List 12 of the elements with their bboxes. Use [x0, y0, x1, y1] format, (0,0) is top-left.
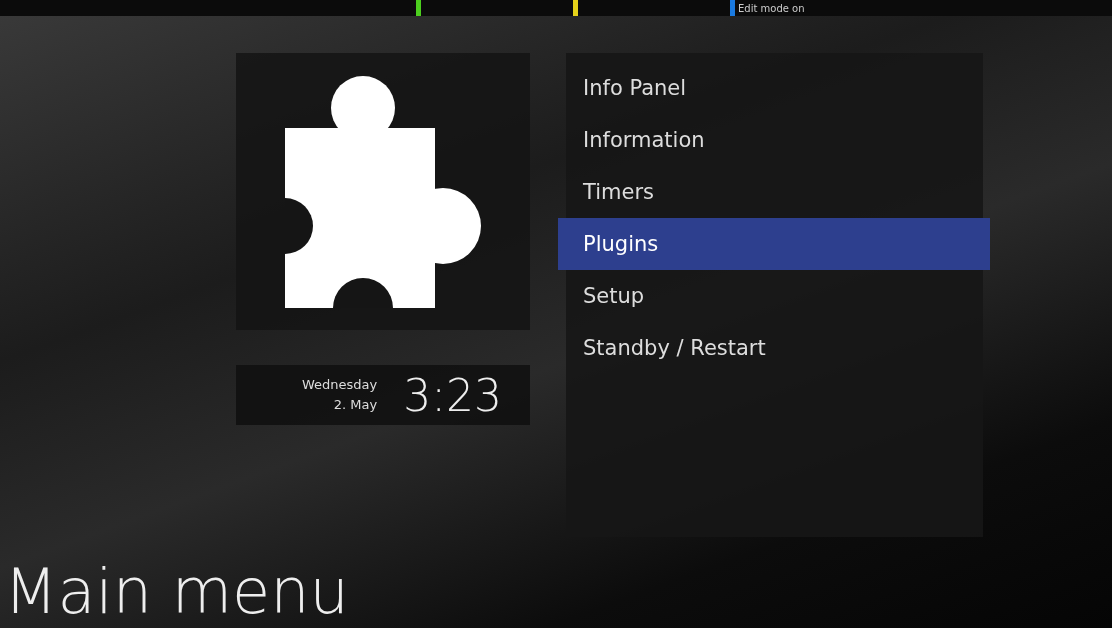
menu-item[interactable]: Info Panel: [566, 62, 991, 114]
menu-item[interactable]: Timers: [566, 166, 991, 218]
puzzle-piece-icon: [285, 75, 481, 308]
menu-item[interactable]: Standby / Restart: [566, 322, 991, 374]
key-label: Edit mode on: [738, 2, 805, 14]
page-title: Main menu: [3, 556, 350, 628]
menu-item[interactable]: Information: [566, 114, 991, 166]
weekday-text: Wednesday: [301, 376, 378, 394]
date-text: 2. May: [333, 396, 378, 414]
menu-item[interactable]: Plugins: [558, 218, 990, 270]
menu-item[interactable]: Setup: [566, 270, 991, 322]
clock-time: 3:23: [403, 369, 502, 421]
